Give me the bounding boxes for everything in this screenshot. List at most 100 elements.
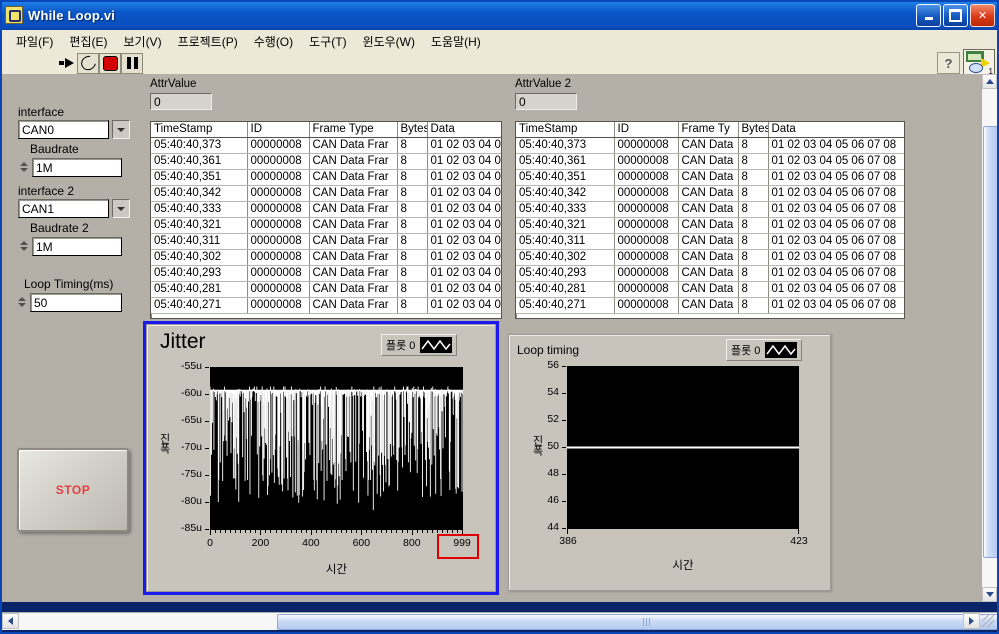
cell-id: 00000008: [614, 169, 679, 186]
baudrate-value[interactable]: 1M: [32, 157, 122, 177]
table-row[interactable]: 05:40:40,351 00000008 CAN Data Frar 8 01 02 …: [151, 169, 501, 186]
loop-timing-ytick-mark: [562, 501, 566, 502]
abort-button[interactable]: [99, 52, 121, 74]
menu-item-window[interactable]: 윈도우(W): [355, 31, 423, 52]
vi-connector-icon[interactable]: 1: [963, 49, 995, 77]
run-continuously-button[interactable]: [77, 52, 99, 74]
table-row[interactable]: 05:40:40,373 00000008 CAN Data Frar 8 01 02 …: [151, 137, 501, 154]
scroll-up-button[interactable]: [982, 74, 997, 89]
interface-combobox[interactable]: CAN0: [18, 120, 130, 139]
cell-id: 00000008: [247, 265, 310, 282]
cell-timestamp: 05:40:40,361: [151, 153, 248, 170]
cell-timestamp: 05:40:40,373: [151, 137, 248, 154]
table-row[interactable]: 05:40:40,281 00000008 CAN Data Frar 8 01 02 …: [151, 281, 501, 298]
pause-button[interactable]: [121, 52, 143, 74]
cell-data: 01 02 03 04 05 06 07 08: [768, 153, 904, 170]
menu-item-tools[interactable]: 도구(T): [301, 31, 354, 52]
loop-timing-legend[interactable]: 플롯 0: [726, 339, 803, 361]
table-row[interactable]: 05:40:40,311 00000008 CAN Data 8 01 02 03 04…: [516, 233, 904, 250]
table-row[interactable]: 05:40:40,271 00000008 CAN Data Frar 8 01 02 …: [151, 297, 501, 314]
can-table-1[interactable]: TimeStamp ID Frame Type Bytes Data 05:40…: [150, 121, 502, 319]
jitter-legend[interactable]: 플롯 0: [381, 334, 458, 356]
cell-bytes: 8: [738, 137, 769, 154]
baudrate-stepper[interactable]: [18, 157, 30, 177]
interface2-combobox[interactable]: CAN1: [18, 199, 130, 218]
menu-item-file[interactable]: 파일(F): [8, 31, 61, 52]
table-row[interactable]: 05:40:40,342 00000008 CAN Data Frar 8 01 02 …: [151, 185, 501, 202]
table-row[interactable]: 05:40:40,302 00000008 CAN Data Frar 8 01 02 …: [151, 249, 501, 266]
table-row[interactable]: 05:40:40,361 00000008 CAN Data 8 01 02 03 04…: [516, 153, 904, 170]
menu-item-help[interactable]: 도움말(H): [423, 31, 489, 52]
menu-item-project[interactable]: 프로젝트(P): [170, 31, 246, 52]
chevron-down-icon[interactable]: [112, 120, 130, 139]
window-resize-grip[interactable]: [982, 615, 994, 627]
cell-frame-type: CAN Data Frar: [309, 281, 398, 298]
menu-item-edit[interactable]: 편집(E): [61, 31, 115, 52]
cell-bytes: 8: [397, 185, 428, 202]
labview-vi-icon: [5, 6, 23, 24]
cell-bytes: 8: [738, 265, 769, 282]
cell-data: 01 02 03 04 0: [427, 233, 501, 250]
can-table-1-body: 05:40:40,373 00000008 CAN Data Frar 8 01 02 …: [151, 137, 501, 314]
menu-bar: 파일(F) 편집(E) 보기(V) 프로젝트(P) 수행(O) 도구(T) 윈도…: [2, 30, 999, 53]
cell-data: 01 02 03 04 0: [427, 169, 501, 186]
minimize-button[interactable]: [916, 4, 941, 27]
baudrate2-value[interactable]: 1M: [32, 236, 122, 256]
table-row[interactable]: 05:40:40,342 00000008 CAN Data 8 01 02 03 04…: [516, 185, 904, 202]
window-buttons: ✕: [916, 4, 995, 27]
table-row[interactable]: 05:40:40,361 00000008 CAN Data Frar 8 01 02 …: [151, 153, 501, 170]
waveform-icon: [420, 337, 453, 353]
cell-timestamp: 05:40:40,333: [151, 201, 248, 218]
context-help-button[interactable]: ?: [937, 52, 960, 74]
cell-frame-type: CAN Data Frar: [309, 201, 398, 218]
table-row[interactable]: 05:40:40,321 00000008 CAN Data 8 01 02 03 04…: [516, 217, 904, 234]
run-button[interactable]: [57, 53, 77, 73]
table-row[interactable]: 05:40:40,293 00000008 CAN Data Frar 8 01 02 …: [151, 265, 501, 282]
table-row[interactable]: 05:40:40,373 00000008 CAN Data 8 01 02 03 04…: [516, 137, 904, 154]
vertical-scroll-thumb[interactable]: [983, 126, 998, 558]
jitter-graph[interactable]: Jitter 플롯 0 진폭 -55u -60u -65u -70u -75u -80u -…: [143, 321, 499, 595]
baudrate2-stepper[interactable]: [18, 236, 30, 256]
cell-frame-ty: CAN Data: [678, 281, 739, 298]
pause-icon: [126, 57, 138, 69]
can-table-2[interactable]: TimeStamp ID Frame Ty Bytes Data 05:40:4…: [515, 121, 905, 319]
close-button[interactable]: ✕: [970, 4, 995, 27]
cell-timestamp: 05:40:40,321: [151, 217, 248, 234]
loop-timing-value[interactable]: 50: [30, 292, 122, 312]
scroll-left-button[interactable]: [2, 613, 19, 629]
table-row[interactable]: 05:40:40,281 00000008 CAN Data 8 01 02 03 04…: [516, 281, 904, 298]
maximize-button[interactable]: [943, 4, 968, 27]
horizontal-scrollbar[interactable]: [2, 612, 999, 630]
col-bytes: Bytes: [738, 122, 769, 138]
horizontal-scroll-thumb[interactable]: [277, 614, 999, 630]
scroll-down-button[interactable]: [982, 587, 997, 602]
interface-value[interactable]: CAN0: [18, 120, 109, 139]
cell-timestamp: 05:40:40,333: [516, 201, 615, 218]
table-row[interactable]: 05:40:40,302 00000008 CAN Data 8 01 02 03 04…: [516, 249, 904, 266]
stop-button[interactable]: STOP: [17, 448, 129, 532]
loop-timing-plot-area[interactable]: [567, 366, 799, 529]
cell-frame-ty: CAN Data: [678, 217, 739, 234]
jitter-ytick-label: -60u: [180, 387, 202, 399]
table-row[interactable]: 05:40:40,321 00000008 CAN Data Frar 8 01 02 …: [151, 217, 501, 234]
menu-item-view[interactable]: 보기(V): [115, 31, 169, 52]
title-bar: While Loop.vi ✕: [0, 0, 999, 30]
table-row[interactable]: 05:40:40,271 00000008 CAN Data 8 01 02 03 04…: [516, 297, 904, 314]
chevron-down-icon-2[interactable]: [112, 199, 130, 218]
interface2-value[interactable]: CAN1: [18, 199, 109, 218]
loop-timing-graph[interactable]: Loop timing 플롯 0 진폭 56 54 52 50 48 46 44 386: [508, 334, 831, 591]
menu-item-operate[interactable]: 수행(O): [246, 31, 301, 52]
col-timestamp: TimeStamp: [516, 122, 615, 138]
table-row[interactable]: 05:40:40,293 00000008 CAN Data 8 01 02 03 04…: [516, 265, 904, 282]
front-panel: interface CAN0 Baudrate 1M interface 2 C…: [2, 74, 982, 602]
vertical-scrollbar[interactable]: [981, 74, 998, 602]
table-row[interactable]: 05:40:40,333 00000008 CAN Data Frar 8 01 02 …: [151, 201, 501, 218]
table-row[interactable]: 05:40:40,333 00000008 CAN Data 8 01 02 03 04…: [516, 201, 904, 218]
scroll-right-button[interactable]: [963, 613, 980, 629]
cell-timestamp: 05:40:40,342: [151, 185, 248, 202]
loop-timing-stepper[interactable]: [16, 292, 28, 312]
attrvalue-label: AttrValue: [150, 78, 197, 90]
table-row[interactable]: 05:40:40,311 00000008 CAN Data Frar 8 01 02 …: [151, 233, 501, 250]
jitter-plot-area[interactable]: [209, 367, 464, 530]
table-row[interactable]: 05:40:40,351 00000008 CAN Data 8 01 02 03 04…: [516, 169, 904, 186]
